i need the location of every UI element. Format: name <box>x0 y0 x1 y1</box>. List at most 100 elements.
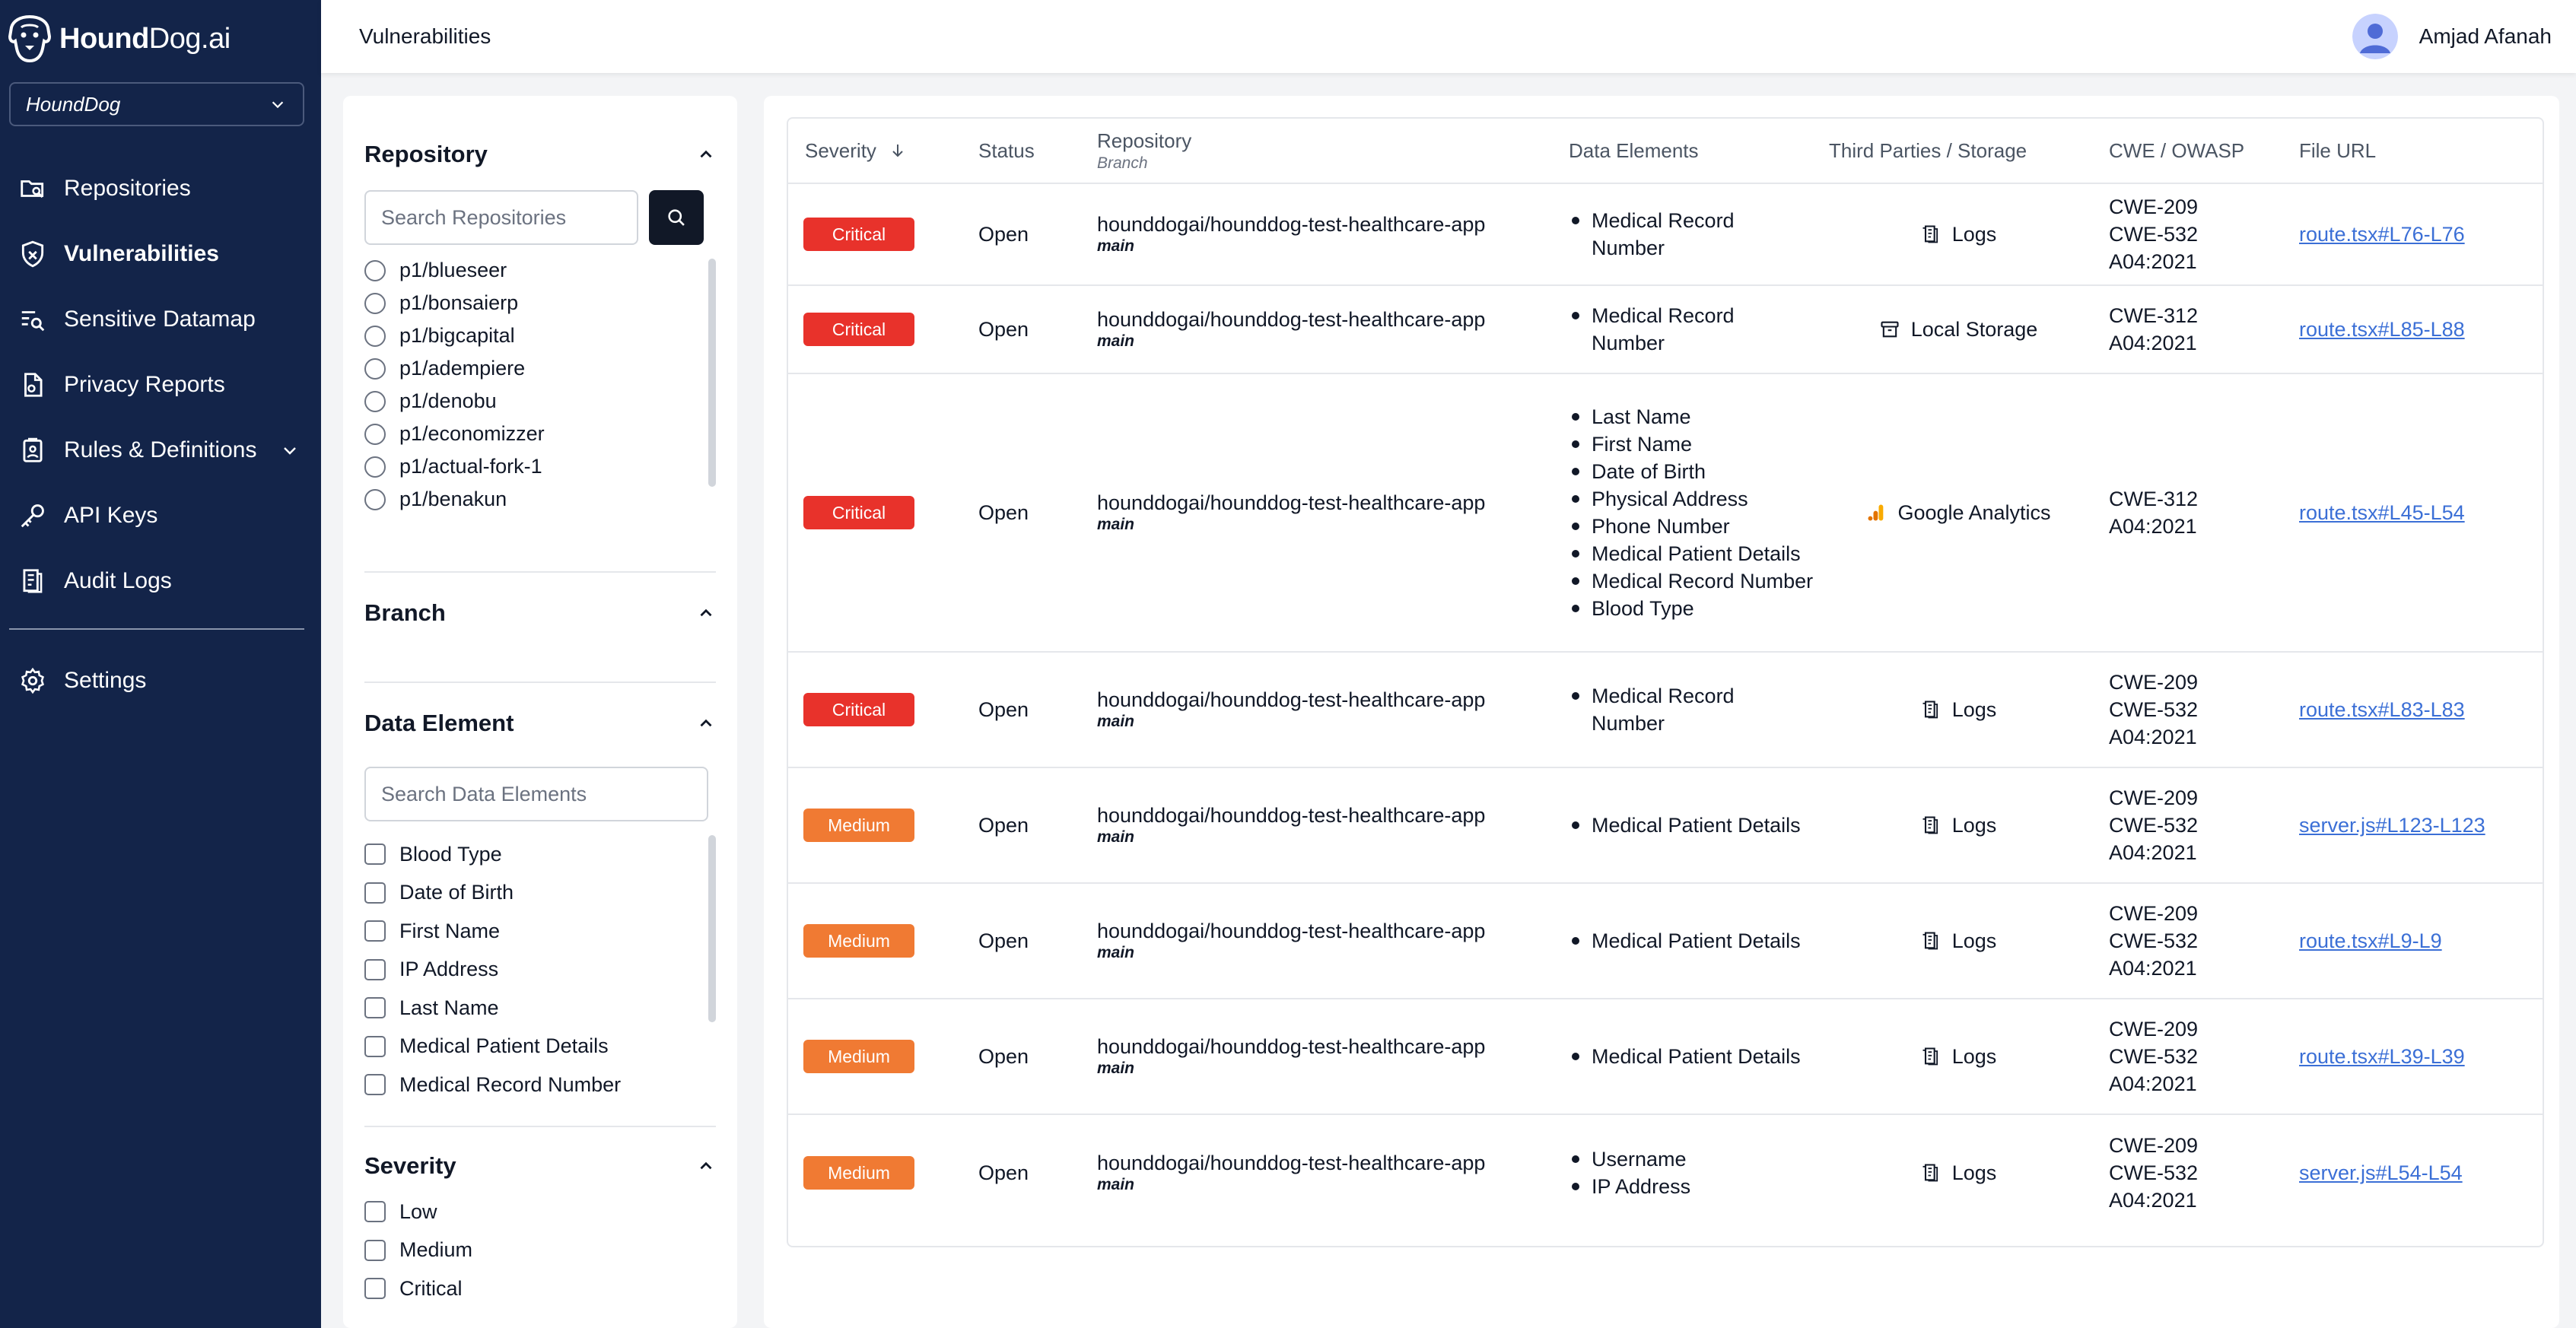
branch-filter-header[interactable]: Branch <box>364 596 716 631</box>
checkbox[interactable] <box>364 1278 386 1300</box>
organization-select[interactable]: HoundDog <box>9 82 304 126</box>
checkbox[interactable] <box>364 882 386 904</box>
file-url-link[interactable]: route.tsx#L85-L88 <box>2299 318 2465 342</box>
radio-button[interactable] <box>364 456 386 478</box>
radio-button[interactable] <box>364 357 386 380</box>
table-row[interactable]: Medium Open hounddogai/hounddog-test-healt… <box>788 1115 2543 1231</box>
sort-arrow-down-icon[interactable] <box>889 141 907 160</box>
repository-search-input[interactable] <box>364 190 638 245</box>
radio-button[interactable] <box>364 259 386 281</box>
table-row[interactable]: Critical Open hounddogai/hounddog-test-hea… <box>788 653 2543 768</box>
checkbox[interactable] <box>364 1074 386 1096</box>
radio-button[interactable] <box>364 325 386 347</box>
severity-filter-header[interactable]: Severity <box>364 1148 716 1183</box>
sidebar-item-repositories[interactable]: Repositories <box>0 156 321 221</box>
checkbox[interactable] <box>364 1201 386 1223</box>
option-label: p1/bigcapital <box>399 324 515 347</box>
column-header-repository[interactable]: Repository Branch <box>1097 119 1191 183</box>
shield-icon <box>21 240 44 268</box>
data-element-options: Blood Type Date of Birth First Name IP A… <box>364 835 716 1104</box>
sidebar-item-sensitive-datamap[interactable]: Sensitive Datamap <box>0 287 321 352</box>
checkbox[interactable] <box>364 1239 386 1261</box>
chevron-up-icon[interactable] <box>696 603 716 623</box>
sidebar-item-vulnerabilities[interactable]: Vulnerabilities <box>0 221 321 287</box>
repository-name: hounddogai/hounddog-test-healthcare-app <box>1097 1035 1486 1058</box>
severity-cell: Medium <box>803 768 914 882</box>
table-row[interactable]: Medium Open hounddogai/hounddog-test-healt… <box>788 884 2543 999</box>
table-row[interactable]: Medium Open hounddogai/hounddog-test-healt… <box>788 999 2543 1115</box>
table-row[interactable]: Critical Open hounddogai/hounddog-test-hea… <box>788 184 2543 286</box>
repository-option[interactable]: p1/economizzer <box>364 418 716 450</box>
search-icon <box>668 209 685 226</box>
repository-option[interactable]: p1/blueseer <box>364 254 716 287</box>
radio-button[interactable] <box>364 488 386 510</box>
column-header-cwe[interactable]: CWE / OWASP <box>2109 119 2244 183</box>
data-element-option[interactable]: IP Address <box>364 951 716 990</box>
file-url-link[interactable]: route.tsx#L39-L39 <box>2299 1045 2465 1069</box>
file-url-link[interactable]: route.tsx#L83-L83 <box>2299 698 2465 722</box>
severity-filter: Severity Low Medium Critical <box>364 1148 716 1308</box>
chevron-up-icon[interactable] <box>696 145 716 164</box>
column-header-severity[interactable]: Severity <box>805 119 907 183</box>
table-row[interactable]: Critical Open hounddogai/hounddog-test-hea… <box>788 286 2543 374</box>
data-element-option[interactable]: First Name <box>364 912 716 951</box>
repository-option[interactable]: p1/denobu <box>364 385 716 418</box>
file-url-link[interactable]: server.js#L123-L123 <box>2299 814 2485 837</box>
file-url-link[interactable]: route.tsx#L45-L54 <box>2299 501 2465 525</box>
column-header-data-elements[interactable]: Data Elements <box>1569 119 1699 183</box>
data-element-search-input[interactable] <box>364 767 708 821</box>
repository-option[interactable]: p1/actual-fork-1 <box>364 450 716 483</box>
file-url-link[interactable]: route.tsx#L76-L76 <box>2299 223 2465 246</box>
severity-option[interactable]: Medium <box>364 1231 716 1270</box>
sidebar-item-settings[interactable]: Settings <box>0 648 321 713</box>
data-element-option[interactable]: Medical Patient Details <box>364 1028 716 1066</box>
cwe-item: A04:2021 <box>2109 841 2197 864</box>
chevron-up-icon[interactable] <box>696 713 716 733</box>
brand-logo[interactable]: HoundDog.ai <box>8 14 231 64</box>
checkbox[interactable] <box>364 1035 386 1057</box>
chevron-up-icon[interactable] <box>696 1156 716 1176</box>
data-element-option[interactable]: Blood Type <box>364 835 716 874</box>
file-url-link[interactable]: route.tsx#L9-L9 <box>2299 929 2442 953</box>
repository-option[interactable]: p1/bonsaierp <box>364 287 716 319</box>
severity-option[interactable]: Low <box>364 1193 716 1231</box>
severity-option[interactable]: Critical <box>364 1269 716 1308</box>
table-row[interactable]: Medium Open hounddogai/hounddog-test-healt… <box>788 768 2543 884</box>
file-url-link[interactable]: server.js#L54-L54 <box>2299 1161 2463 1185</box>
data-element-filter-header[interactable]: Data Element <box>364 706 716 741</box>
option-label: First Name <box>399 919 501 942</box>
radio-button[interactable] <box>364 423 386 445</box>
sidebar-item-rules-definitions[interactable]: Rules & Definitions <box>0 418 321 483</box>
checkbox[interactable] <box>364 844 386 866</box>
data-element-option[interactable]: Last Name <box>364 989 716 1028</box>
repository-option[interactable]: p1/benakun <box>364 483 716 516</box>
chevron-down-icon <box>272 101 284 109</box>
repository-option[interactable]: p1/adempiere <box>364 352 716 385</box>
checkbox[interactable] <box>364 997 386 1019</box>
data-element-scrollbar[interactable] <box>708 835 716 1022</box>
data-element-item: Physical Address <box>1570 485 1813 513</box>
data-elements-list: Username IP Address <box>1570 1145 1690 1200</box>
column-header-label: Repository <box>1097 129 1192 152</box>
data-element-option[interactable]: Date of Birth <box>364 874 716 913</box>
radio-button[interactable] <box>364 292 386 314</box>
logs-icon <box>1922 932 1938 950</box>
avatar <box>2352 14 2398 59</box>
sidebar-item-api-keys[interactable]: API Keys <box>0 483 321 548</box>
column-header-third-parties[interactable]: Third Parties / Storage <box>1829 119 2027 183</box>
sidebar-item-privacy-reports[interactable]: Privacy Reports <box>0 352 321 418</box>
data-element-option[interactable]: Medical Record Number <box>364 1066 716 1104</box>
column-header-status[interactable]: Status <box>978 119 1035 183</box>
column-header-file-url[interactable]: File URL <box>2299 119 2376 183</box>
repository-option[interactable]: p1/bigcapital <box>364 319 716 352</box>
data-elements-cell: Username IP Address <box>1570 1115 1814 1231</box>
repository-scrollbar[interactable] <box>708 259 716 487</box>
repository-search-button[interactable] <box>649 190 704 245</box>
sidebar-item-audit-logs[interactable]: Audit Logs <box>0 548 321 614</box>
user-menu[interactable]: Amjad Afanah <box>2352 14 2552 59</box>
checkbox[interactable] <box>364 920 386 942</box>
radio-button[interactable] <box>364 390 386 412</box>
checkbox[interactable] <box>364 958 386 980</box>
repository-filter-header[interactable]: Repository <box>364 137 716 172</box>
table-row[interactable]: Critical Open hounddogai/hounddog-test-hea… <box>788 374 2543 653</box>
